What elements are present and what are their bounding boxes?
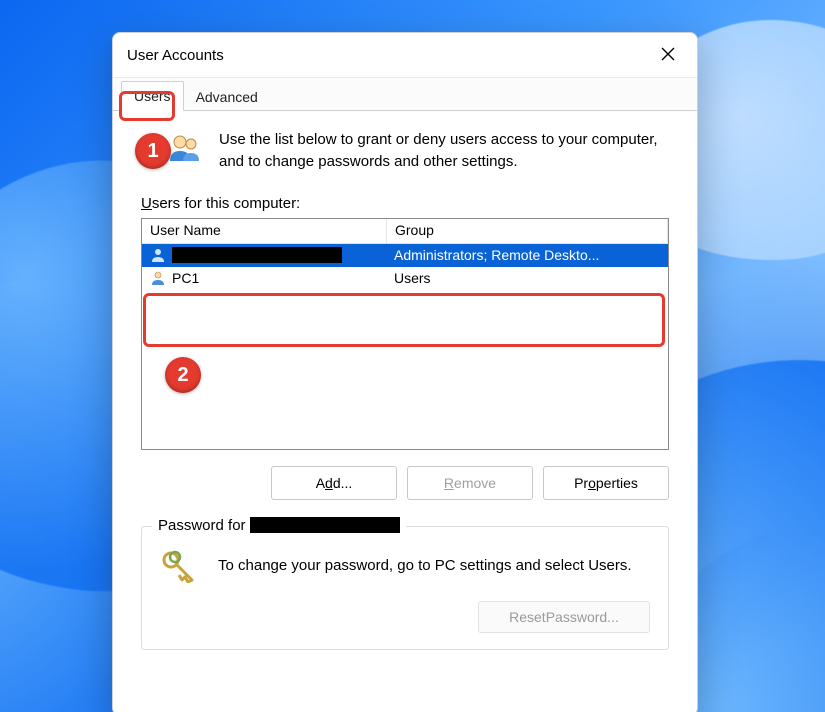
close-icon — [661, 47, 675, 64]
tab-strip: Users Advanced — [113, 78, 697, 111]
intro-text: Use the list below to grant or deny user… — [219, 129, 669, 173]
tab-advanced[interactable]: Advanced — [184, 83, 270, 111]
close-button[interactable] — [645, 39, 691, 71]
users-icon — [167, 131, 201, 165]
intro-section: Use the list below to grant or deny user… — [141, 129, 669, 173]
cell-username — [142, 247, 386, 263]
col-header-group[interactable]: Group — [387, 219, 668, 243]
cell-group: Administrators; Remote Deskto... — [386, 247, 668, 263]
redacted-username — [172, 247, 342, 263]
users-list-label: Users for this computer: — [141, 195, 669, 212]
cell-username: PC1 — [142, 270, 386, 286]
user-accounts-dialog: User Accounts Users Advanced — [112, 32, 698, 712]
password-legend: Password for — [152, 517, 406, 534]
password-groupbox: Password for To change your password, go… — [141, 526, 669, 650]
username-text: PC1 — [172, 270, 199, 286]
password-text: To change your password, go to PC settin… — [218, 557, 632, 574]
properties-button[interactable]: Properties — [543, 466, 669, 500]
reset-password-button[interactable]: Reset Password... — [478, 601, 650, 633]
tab-label: Advanced — [196, 89, 258, 105]
user-icon — [150, 247, 166, 263]
tab-label: Users — [134, 88, 171, 104]
users-list[interactable]: User Name Group Administrators; Remote D… — [141, 218, 669, 450]
add-button[interactable]: Add... — [271, 466, 397, 500]
titlebar[interactable]: User Accounts — [113, 33, 697, 78]
tab-users[interactable]: Users — [121, 81, 184, 111]
user-buttons-row: Add... Remove Properties — [141, 466, 669, 500]
window-title: User Accounts — [127, 47, 224, 64]
cell-group: Users — [386, 270, 668, 286]
keys-icon — [160, 549, 200, 583]
user-row-selected[interactable]: Administrators; Remote Deskto... — [142, 244, 668, 267]
col-header-username[interactable]: User Name — [142, 219, 387, 243]
redacted-username — [250, 517, 400, 533]
user-icon — [150, 270, 166, 286]
desktop-wallpaper: User Accounts Users Advanced — [0, 0, 825, 712]
remove-button[interactable]: Remove — [407, 466, 533, 500]
list-header[interactable]: User Name Group — [142, 219, 668, 244]
user-row[interactable]: PC1 Users — [142, 267, 668, 290]
